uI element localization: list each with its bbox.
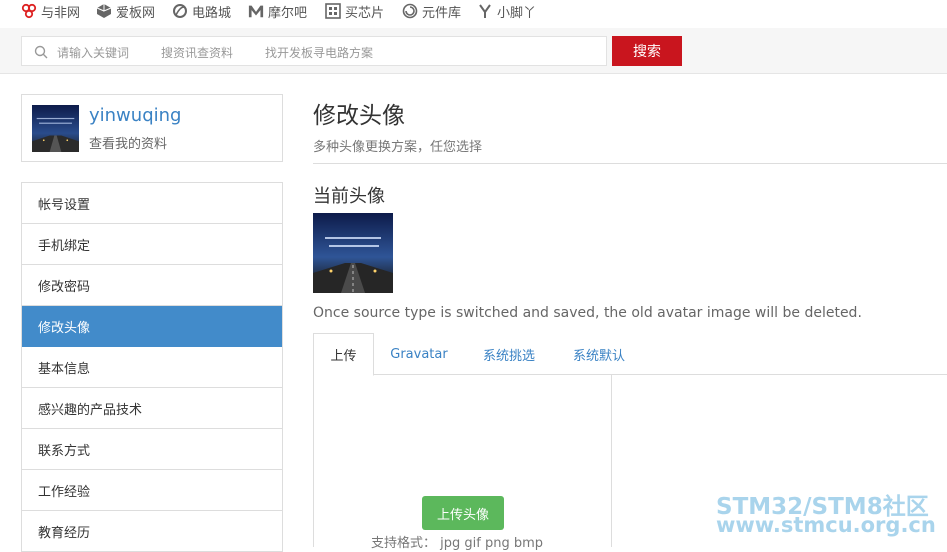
menu-item-phone-binding[interactable]: 手机绑定 — [22, 224, 282, 265]
page-title: 修改头像 — [313, 103, 405, 129]
supported-formats: 支持格式： jpg gif png bmp — [371, 536, 543, 551]
leaf-icon — [172, 3, 188, 19]
site-link-aibanwang[interactable]: 爱板网 — [96, 2, 156, 21]
site-link-label: 买芯片 — [345, 5, 385, 21]
menu-item-change-avatar[interactable]: 修改头像 — [22, 306, 282, 347]
search-placeholder-keyword: 请输入关键词 — [57, 46, 130, 60]
search-bar: 请输入关键词 搜资讯查资料 找开发板寻电路方案 搜索 — [0, 28, 947, 74]
site-link-label: 爱板网 — [116, 5, 156, 21]
profile-card[interactable]: yinwuqing 查看我的资料 — [21, 94, 283, 162]
m-logo-icon — [248, 3, 264, 19]
search-placeholder-boards: 找开发板寻电路方案 — [265, 46, 374, 60]
current-avatar-image — [313, 213, 393, 293]
tab-upload[interactable]: 上传 — [313, 333, 374, 376]
menu-item-change-password[interactable]: 修改密码 — [22, 265, 282, 306]
username[interactable]: yinwuqing — [89, 105, 181, 126]
site-nav-bar: 与非网 爱板网 电路城 摩尔吧 买芯片 元件库 小脚丫 — [0, 0, 947, 24]
cube-icon — [96, 3, 112, 19]
search-placeholder-news: 搜资讯查资料 — [161, 46, 234, 60]
site-link-dianlucheng[interactable]: 电路城 — [172, 2, 232, 21]
current-avatar-heading: 当前头像 — [313, 186, 385, 207]
avatar-note: Once source type is switched and saved, … — [313, 305, 862, 321]
menu-item-work-experience[interactable]: 工作经验 — [22, 470, 282, 511]
tab-system-pick[interactable]: 系统挑选 — [469, 333, 549, 375]
menu-item-education[interactable]: 教育经历 — [22, 511, 282, 552]
avatar-source-tabs: 上传 Gravatar 系统挑选 系统默认 — [313, 333, 947, 376]
search-icon — [34, 44, 48, 63]
menu-item-basic-info[interactable]: 基本信息 — [22, 347, 282, 388]
menu-item-account-settings[interactable]: 帐号设置 — [22, 183, 282, 224]
chip-grid-icon — [325, 3, 341, 19]
site-link-moerba[interactable]: 摩尔吧 — [248, 2, 308, 21]
upload-avatar-button[interactable]: 上传头像 — [422, 496, 504, 530]
tab-system-default[interactable]: 系统默认 — [559, 333, 639, 375]
search-input[interactable]: 请输入关键词 搜资讯查资料 找开发板寻电路方案 — [21, 36, 607, 66]
site-link-label: 小脚丫 — [497, 5, 537, 21]
search-button[interactable]: 搜索 — [612, 36, 682, 66]
foot-icon — [477, 3, 493, 19]
site-link-xiaojiaoya[interactable]: 小脚丫 — [477, 2, 537, 21]
settings-menu: 帐号设置 手机绑定 修改密码 修改头像 基本信息 感兴趣的产品技术 联系方式 工… — [21, 182, 283, 552]
site-link-maixinpian[interactable]: 买芯片 — [325, 2, 385, 21]
site-link-label: 电路城 — [192, 5, 232, 21]
tab-gravatar[interactable]: Gravatar — [379, 333, 459, 375]
site-link-label: 与非网 — [41, 5, 81, 21]
page-subtitle: 多种头像更换方案，任您选择 — [313, 140, 483, 155]
divider — [313, 163, 947, 164]
menu-item-interested-tech[interactable]: 感兴趣的产品技术 — [22, 388, 282, 429]
view-profile-link[interactable]: 查看我的资料 — [89, 133, 167, 152]
site-link-yuanjianku[interactable]: 元件库 — [402, 2, 462, 21]
menu-item-contact[interactable]: 联系方式 — [22, 429, 282, 470]
site-link-yufeiwang[interactable]: 与非网 — [21, 2, 81, 21]
site-link-label: 元件库 — [422, 5, 462, 21]
eefocus-icon — [21, 3, 37, 19]
avatar — [32, 105, 79, 152]
site-link-label: 摩尔吧 — [268, 5, 308, 21]
swirl-icon — [402, 3, 418, 19]
watermark-url: www.stmcu.org.cn — [716, 513, 936, 537]
